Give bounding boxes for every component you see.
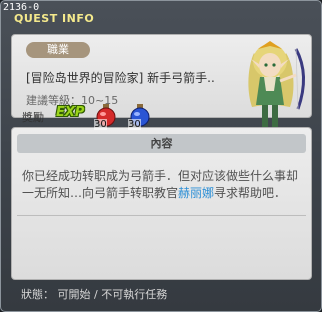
npc-portrait: [248, 41, 305, 131]
reward-label: 獎勵: [22, 111, 44, 124]
quest-name: [冒险岛世界的冒险家] 新手弓箭手..: [26, 71, 215, 85]
red-potion-quantity: 30: [94, 119, 107, 130]
blue-potion-quantity: 30: [128, 119, 141, 130]
job-badge: 職業: [26, 42, 90, 58]
quest-status: 狀態： 可開始 / 不可執行任務: [21, 288, 168, 301]
description-text-part2: 寻求帮助吧．: [214, 186, 287, 200]
quest-description: 你已经成功转职成为弓箭手．但对应该做些什么事却一无所知…向弓箭手转职教官赫丽娜寻…: [22, 168, 306, 202]
content-header: 內容: [17, 134, 306, 153]
quest-content-panel: 內容 你已经成功转职成为弓箭手．但对应该做些什么事却一无所知…向弓箭手转职教官赫…: [11, 127, 312, 280]
window-title: QUEST INFO: [14, 12, 95, 25]
divider: [17, 215, 306, 216]
npc-name-link[interactable]: 赫丽娜: [178, 186, 214, 200]
quest-info-window: 2136-0 QUEST INFO 職業 [冒险岛世界的冒险家] 新手弓箭手..…: [0, 0, 322, 312]
exp-icon: EXP: [56, 105, 85, 120]
